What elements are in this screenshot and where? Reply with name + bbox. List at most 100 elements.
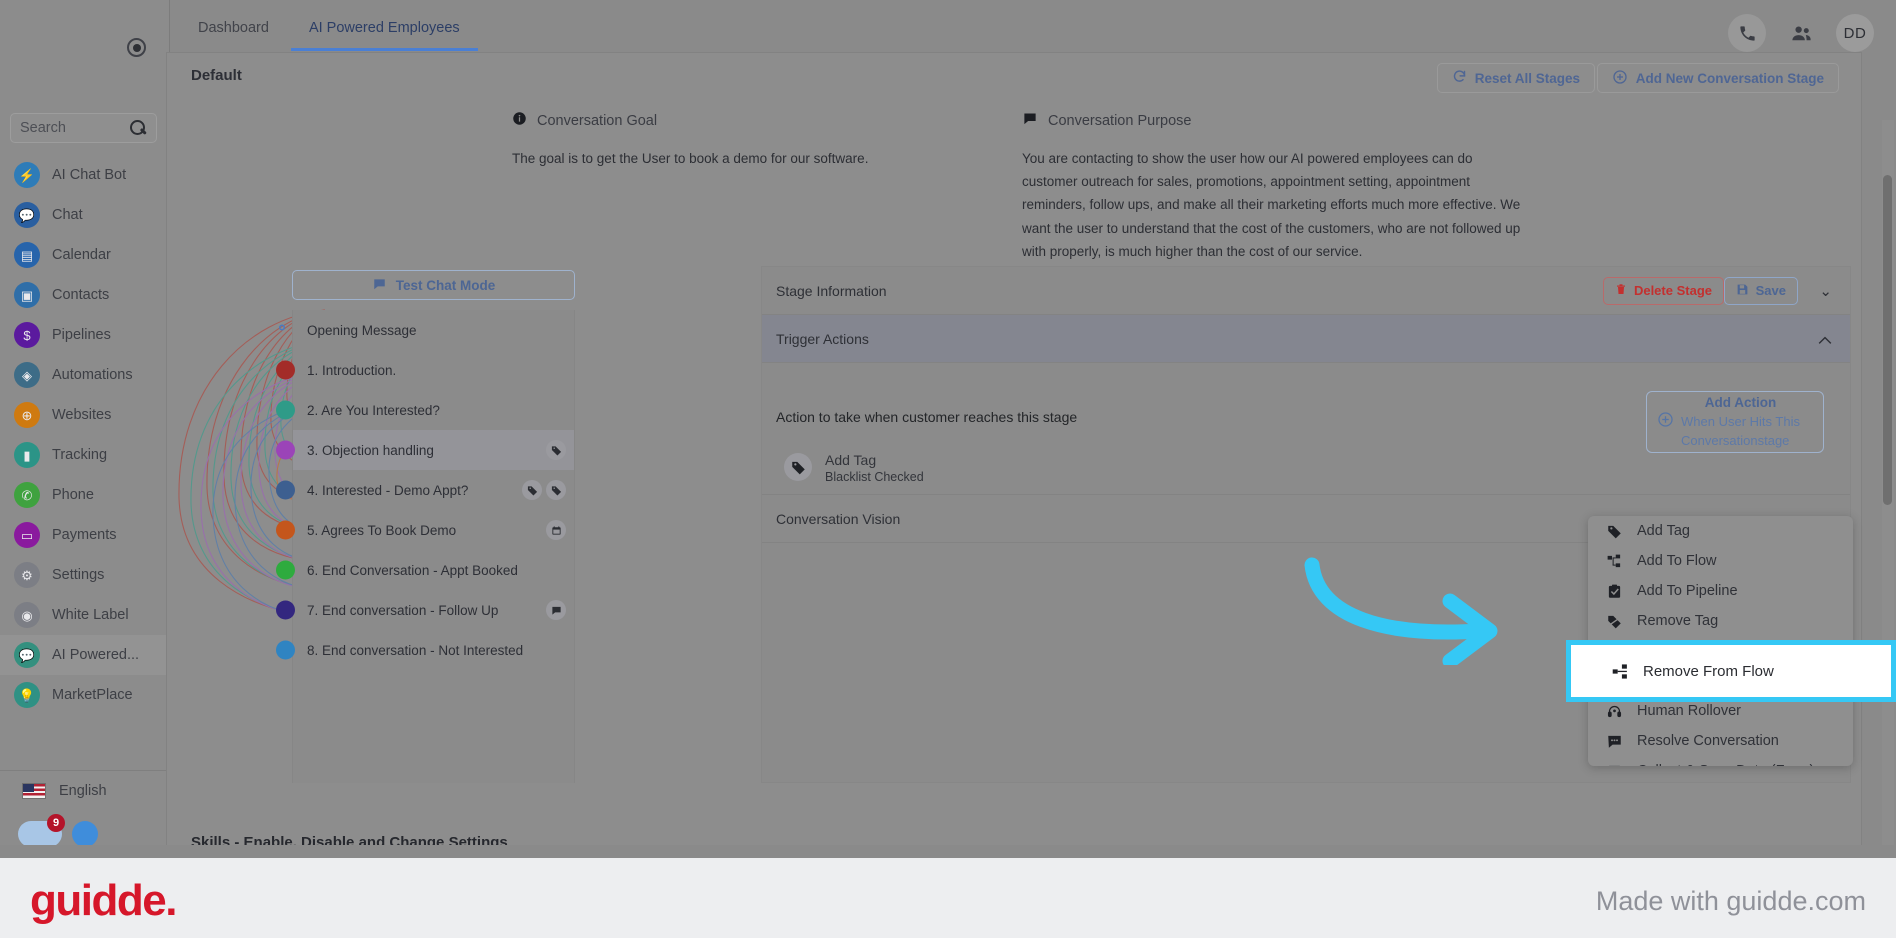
menu-item-label: Remove Tag xyxy=(1637,613,1719,629)
sidebar-item-ai-powered-employees[interactable]: 💬 AI Powered... xyxy=(0,635,170,675)
dollar-icon: $ xyxy=(14,322,40,348)
menu-item-label: Human Rollover xyxy=(1637,703,1741,719)
sidebar-item-settings[interactable]: ⚙ Settings xyxy=(0,555,170,595)
sidebar-item-ai-chat-bot[interactable]: ⚡ AI Chat Bot xyxy=(0,155,170,195)
stage-action-icons xyxy=(546,600,566,620)
stage-row-7[interactable]: 7. End conversation - Follow Up xyxy=(276,590,574,630)
chat-icon: 💬 xyxy=(14,202,40,228)
page-scrollbar-thumb[interactable] xyxy=(1883,175,1892,505)
chevron-up-icon[interactable] xyxy=(1818,332,1832,349)
sidebar-item-calendar[interactable]: ▤ Calendar xyxy=(0,235,170,275)
save-button[interactable]: Save xyxy=(1723,276,1798,305)
sidebar-item-automations[interactable]: ◈ Automations xyxy=(0,355,170,395)
delete-stage-button[interactable]: Delete Stage xyxy=(1602,276,1724,305)
reset-all-stages-button[interactable]: Reset All Stages xyxy=(1436,63,1595,93)
phone-icon: ✆ xyxy=(14,482,40,508)
tag-off-icon xyxy=(1606,614,1623,629)
stage-color-dot xyxy=(276,360,295,380)
highlighted-menu-item-remove-from-flow[interactable]: Remove From Flow xyxy=(1566,640,1896,702)
plus-circle-icon xyxy=(1612,69,1628,88)
calendar-icon xyxy=(546,520,566,540)
collapse-toggle-icon[interactable] xyxy=(127,38,146,57)
stage-row-5[interactable]: 5. Agrees To Book Demo xyxy=(276,510,574,550)
phone-icon[interactable] xyxy=(1728,14,1766,52)
trigger-actions-section[interactable]: Trigger Actions xyxy=(762,315,1850,363)
sidebar-nav: ⚡ AI Chat Bot 💬 Chat ▤ Calendar ▣ Contac… xyxy=(0,155,170,715)
sidebar-item-phone[interactable]: ✆ Phone xyxy=(0,475,170,515)
conversation-vision-label: Conversation Vision xyxy=(776,510,901,527)
chat-dots-icon xyxy=(1606,734,1623,749)
search-input[interactable]: Search xyxy=(10,113,157,143)
sidebar-item-white-label[interactable]: ◉ White Label xyxy=(0,595,170,635)
stage-list: Opening Message 1. Introduction. 2. Are … xyxy=(276,310,575,783)
tab-dashboard[interactable]: Dashboard xyxy=(180,12,287,51)
sidebar-item-label: Pipelines xyxy=(52,327,111,343)
sidebar-item-pipelines[interactable]: $ Pipelines xyxy=(0,315,170,355)
menu-item-add-to-pipeline[interactable]: Add To Pipeline xyxy=(1588,576,1853,606)
clipboard-check-icon xyxy=(1606,584,1623,599)
stage-row-4[interactable]: 4. Interested - Demo Appt? xyxy=(276,470,574,510)
stage-label: 1. Introduction. xyxy=(307,362,397,378)
language-selector[interactable]: English xyxy=(0,770,170,810)
sidebar-item-marketplace[interactable]: 💡 MarketPlace xyxy=(0,675,170,715)
add-new-conversation-stage-label: Add New Conversation Stage xyxy=(1635,70,1824,86)
menu-item-add-tag[interactable]: Add Tag xyxy=(1588,516,1853,546)
add-action-button[interactable]: Add Action When User Hits This Conversat… xyxy=(1646,391,1824,453)
support-chat-icon[interactable] xyxy=(72,821,98,847)
people-icon[interactable] xyxy=(1784,16,1818,50)
comment-icon xyxy=(1022,111,1038,131)
highlighted-menu-item-label: Remove From Flow xyxy=(1643,662,1774,680)
stage-color-dot xyxy=(276,440,295,460)
stage-row-opening-message[interactable]: Opening Message xyxy=(279,310,574,350)
existing-action-item[interactable]: Add Tag Blacklist Checked xyxy=(784,451,924,484)
sidebar-item-payments[interactable]: ▭ Payments xyxy=(0,515,170,555)
language-label: English xyxy=(59,782,107,799)
menu-item-resolve-conversation[interactable]: Resolve Conversation xyxy=(1588,726,1853,756)
bar-chart-icon: ▮ xyxy=(14,442,40,468)
calendar-icon: ▤ xyxy=(14,242,40,268)
avatar[interactable]: DD xyxy=(1836,14,1874,52)
stage-row-8[interactable]: 8. End conversation - Not Interested xyxy=(276,630,574,670)
sidebar-item-label: MarketPlace xyxy=(52,687,133,703)
chevron-down-icon[interactable]: ⌄ xyxy=(1819,282,1832,300)
gear-icon xyxy=(273,319,291,342)
page-scrollbar[interactable] xyxy=(1882,120,1894,848)
plus-circle-icon xyxy=(1657,411,1674,433)
stage-row-2[interactable]: 2. Are You Interested? xyxy=(276,390,574,430)
sidebar-item-tracking[interactable]: ▮ Tracking xyxy=(0,435,170,475)
sidebar-item-chat[interactable]: 💬 Chat xyxy=(0,195,170,235)
menu-item-label: Resolve Conversation xyxy=(1637,733,1779,749)
chat-icon xyxy=(546,600,566,620)
conversation-goal-label: Conversation Goal xyxy=(537,113,658,129)
sidebar-item-contacts[interactable]: ▣ Contacts xyxy=(0,275,170,315)
stage-action-icons xyxy=(522,480,566,500)
sidebar: Search ⚡ AI Chat Bot 💬 Chat ▤ Calendar ▣… xyxy=(0,0,170,858)
headset-icon xyxy=(1606,704,1623,719)
stage-row-3[interactable]: 3. Objection handling xyxy=(276,430,574,470)
menu-item-collect-save-data[interactable]: Collect & Save Data (Form) xyxy=(1588,756,1853,766)
us-flag-icon xyxy=(22,782,46,799)
sidebar-item-websites[interactable]: ⊕ Websites xyxy=(0,395,170,435)
stage-row-1[interactable]: 1. Introduction. xyxy=(276,350,574,390)
add-new-conversation-stage-button[interactable]: Add New Conversation Stage xyxy=(1596,63,1839,93)
menu-item-add-to-flow[interactable]: Add To Flow xyxy=(1588,546,1853,576)
palette-icon: ◉ xyxy=(14,602,40,628)
stage-label: Opening Message xyxy=(307,322,417,338)
stage-color-dot xyxy=(276,520,295,540)
menu-item-label: Collect & Save Data (Form) xyxy=(1637,763,1814,766)
save-icon xyxy=(1736,283,1749,299)
stage-label: 6. End Conversation - Appt Booked xyxy=(307,562,518,578)
existing-action-subtitle: Blacklist Checked xyxy=(825,469,924,484)
stage-label: 3. Objection handling xyxy=(307,442,434,458)
conversation-meta: Conversation Goal The goal is to get the… xyxy=(167,107,1861,259)
action-prompt: Action to take when customer reaches thi… xyxy=(776,409,1078,425)
stage-information-label: Stage Information xyxy=(776,282,887,299)
test-chat-mode-button[interactable]: Test Chat Mode xyxy=(292,270,575,300)
reset-all-stages-label: Reset All Stages xyxy=(1474,70,1580,86)
stage-row-6[interactable]: 6. End Conversation - Appt Booked xyxy=(276,550,574,590)
topbar: Dashboard AI Powered Employees DD xyxy=(170,0,1896,60)
menu-item-remove-tag[interactable]: Remove Tag xyxy=(1588,606,1853,636)
stage-color-dot xyxy=(276,560,295,580)
tab-ai-powered-employees[interactable]: AI Powered Employees xyxy=(290,12,478,51)
sidebar-item-label: Phone xyxy=(52,487,94,503)
